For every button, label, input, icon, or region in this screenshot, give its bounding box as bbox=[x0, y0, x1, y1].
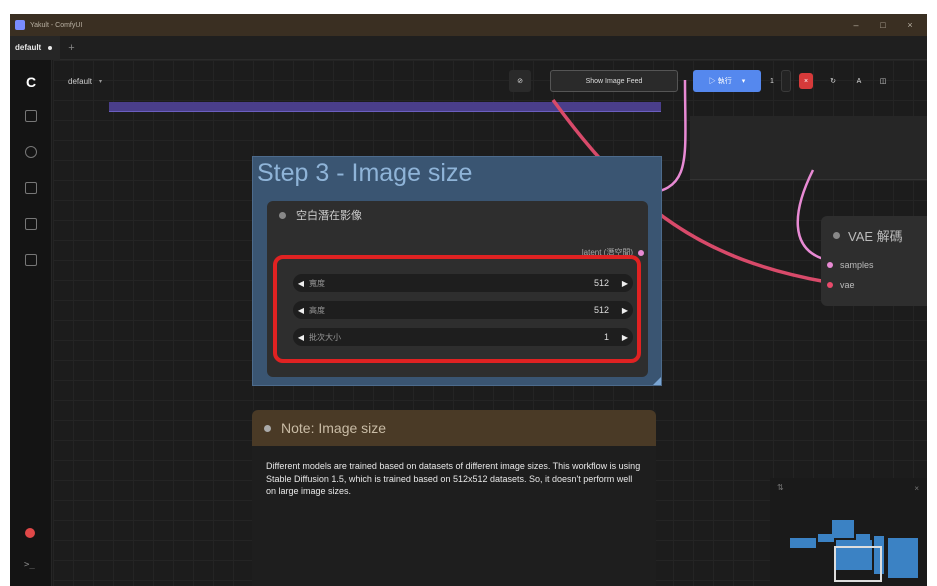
maximize-button[interactable]: □ bbox=[872, 14, 894, 36]
node-library-icon[interactable] bbox=[25, 218, 37, 230]
vae-input[interactable]: vae bbox=[827, 280, 855, 290]
collapse-dot-icon[interactable] bbox=[833, 232, 840, 239]
input-slot-icon[interactable] bbox=[827, 262, 833, 268]
undo-icon[interactable]: ↻ bbox=[823, 70, 843, 92]
node-title: VAE 解碼 bbox=[848, 229, 903, 244]
node-canvas[interactable]: default ▾ ⊘ Show Image Feed ▷ 執行 ▾ 1 × ↻… bbox=[53, 60, 927, 586]
model-library-icon[interactable] bbox=[25, 254, 37, 266]
image-feed-button[interactable]: Show Image Feed bbox=[550, 70, 678, 92]
user-icon[interactable]: A bbox=[849, 70, 869, 92]
note-node[interactable]: Note: Image size Different models are tr… bbox=[252, 410, 656, 586]
app-window: Yakult - ComfyUI – □ × default + C >_ de… bbox=[10, 14, 927, 586]
group-title: Step 3 - Image size bbox=[257, 159, 473, 187]
input-label: vae bbox=[840, 280, 855, 290]
workflow-name: default bbox=[68, 76, 93, 86]
title-bar: Yakult - ComfyUI – □ × bbox=[10, 14, 927, 36]
minimize-button[interactable]: – bbox=[845, 14, 867, 36]
tab-bar: default + bbox=[10, 35, 927, 60]
input-slot-icon[interactable] bbox=[827, 282, 833, 288]
chevron-down-icon: ▾ bbox=[99, 78, 103, 85]
unsaved-dot-icon bbox=[48, 45, 53, 50]
minimap-node bbox=[790, 538, 816, 548]
link-visibility-button[interactable]: ⊘ bbox=[509, 70, 531, 92]
new-tab-button[interactable]: + bbox=[68, 42, 74, 54]
sidebar: C >_ bbox=[10, 60, 52, 586]
batch-count[interactable]: 1 bbox=[765, 70, 779, 92]
minimap[interactable]: ⇅ × bbox=[770, 478, 927, 586]
collapse-dot-icon[interactable] bbox=[264, 424, 271, 432]
queue-panel bbox=[690, 116, 927, 180]
node-title: 空白潛在影像 bbox=[296, 210, 362, 222]
note-header[interactable]: Note: Image size bbox=[252, 410, 656, 446]
samples-input[interactable]: samples bbox=[827, 260, 874, 270]
terminal-icon[interactable]: >_ bbox=[24, 560, 35, 570]
output-slot-icon[interactable] bbox=[638, 249, 644, 256]
input-label: samples bbox=[840, 260, 874, 270]
collapse-dot-icon[interactable] bbox=[279, 211, 286, 219]
workflow-selector[interactable]: default ▾ bbox=[68, 72, 102, 90]
comfy-logo-icon[interactable]: C bbox=[21, 74, 41, 90]
vae-decode-node[interactable]: VAE 解碼 samples vae bbox=[821, 216, 927, 306]
queue-label: ▷ 執行 bbox=[708, 78, 732, 85]
minimap-node bbox=[888, 538, 918, 578]
tab-label: default bbox=[15, 43, 42, 52]
window-title: Yakult - ComfyUI bbox=[30, 21, 83, 29]
tab-default[interactable]: default bbox=[10, 35, 61, 60]
node-header[interactable]: 空白潛在影像 bbox=[267, 201, 648, 229]
minimap-node bbox=[832, 520, 854, 538]
image-feed-label: Show Image Feed bbox=[585, 77, 643, 85]
batch-stepper[interactable] bbox=[781, 70, 791, 92]
run-status-icon[interactable] bbox=[25, 528, 35, 538]
search-icon[interactable] bbox=[25, 146, 37, 158]
panel-toggle-icon[interactable]: ◫ bbox=[873, 70, 893, 92]
image-icon[interactable] bbox=[25, 110, 37, 122]
settings-icon[interactable] bbox=[25, 182, 37, 194]
app-icon bbox=[15, 20, 25, 30]
collapsed-group-bar bbox=[109, 102, 661, 112]
highlight-annotation bbox=[273, 255, 641, 363]
group-step-3[interactable]: Step 3 - Image size 空白潛在影像 latent (潛空間) … bbox=[252, 156, 662, 386]
link-icon: ⊘ bbox=[517, 78, 523, 85]
minimap-viewport[interactable] bbox=[834, 546, 882, 582]
node-header[interactable]: VAE 解碼 bbox=[833, 226, 903, 245]
note-text[interactable]: Different models are trained based on da… bbox=[266, 460, 642, 498]
close-icon[interactable]: × bbox=[914, 484, 919, 493]
chevron-down-icon: ▾ bbox=[741, 78, 746, 85]
minimap-toggle-icon[interactable]: ⇅ bbox=[777, 483, 784, 492]
close-button[interactable]: × bbox=[899, 14, 921, 36]
queue-button[interactable]: ▷ 執行 ▾ bbox=[693, 70, 761, 92]
note-title: Note: Image size bbox=[281, 420, 387, 436]
stop-button[interactable]: × bbox=[799, 73, 813, 89]
resize-handle-icon[interactable] bbox=[653, 377, 661, 385]
